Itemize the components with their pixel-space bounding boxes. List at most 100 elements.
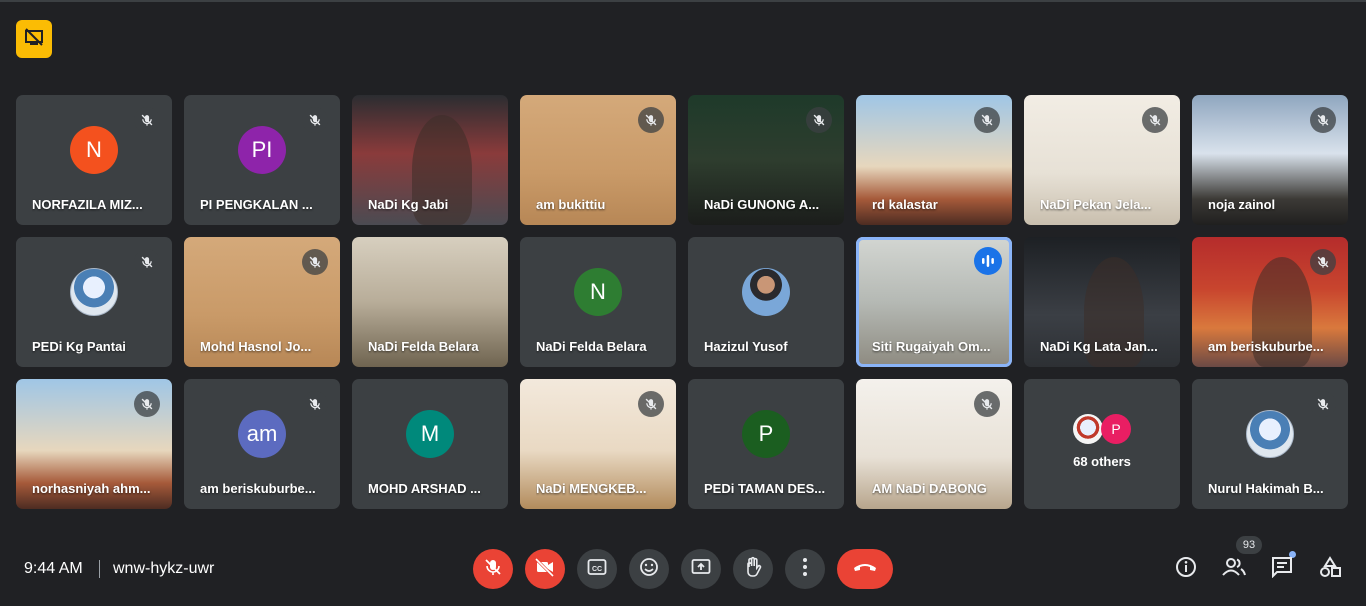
mic-off-icon (1310, 391, 1336, 417)
participant-tile[interactable]: N NORFAZILA MIZ... (16, 95, 172, 225)
participant-name: Nurul Hakimah B... (1208, 481, 1324, 496)
participant-tile[interactable]: Siti Rugaiyah Om... (856, 237, 1012, 367)
participant-tile[interactable]: PI PI PENGKALAN ... (184, 95, 340, 225)
participant-tile[interactable]: PEDi Kg Pantai (16, 237, 172, 367)
participant-tile[interactable]: am bukittiu (520, 95, 676, 225)
participants-count-badge: 93 (1236, 536, 1262, 554)
videocam-off-icon (534, 557, 556, 582)
mic-off-icon (974, 107, 1000, 133)
participant-grid: N NORFAZILA MIZ... PI PI PENGKALAN ... NaDi … (16, 95, 1350, 509)
participant-tile[interactable]: am am beriskuburbe... (184, 379, 340, 509)
activities-button[interactable] (1317, 555, 1343, 583)
mic-off-icon (134, 391, 160, 417)
avatar (1246, 409, 1294, 458)
captions-button[interactable]: CC (577, 549, 617, 589)
mic-off-icon (974, 391, 1000, 417)
meeting-details-button[interactable] (1173, 556, 1199, 582)
participant-tile[interactable]: norhasniyah ahm... (16, 379, 172, 509)
activities-icon (1319, 555, 1341, 583)
avatar (742, 267, 790, 316)
participant-name: NaDi Felda Belara (368, 339, 479, 354)
meeting-code: wnw-hykz-uwr (113, 560, 215, 577)
present-screen-button[interactable] (681, 549, 721, 589)
participant-tile[interactable]: Hazizul Yusof (688, 237, 844, 367)
participant-tile[interactable]: Mohd Hasnol Jo... (184, 237, 340, 367)
mic-off-icon (302, 249, 328, 275)
participant-tile[interactable]: N NaDi Felda Belara (520, 237, 676, 367)
speaking-indicator-icon (974, 247, 1002, 275)
participant-name: am beriskuburbe... (200, 481, 316, 496)
participant-name: rd kalastar (872, 197, 938, 212)
participant-tile[interactable]: Nurul Hakimah B... (1192, 379, 1348, 509)
window-top-border (0, 0, 1366, 2)
participant-tile[interactable]: M MOHD ARSHAD ... (352, 379, 508, 509)
participant-tile[interactable]: NaDi Pekan Jela... (1024, 95, 1180, 225)
avatar: N (70, 125, 118, 174)
mic-off-icon (1310, 249, 1336, 275)
participant-name: Siti Rugaiyah Om... (872, 339, 991, 354)
participant-tile[interactable]: NaDi Kg Lata Jan... (1024, 237, 1180, 367)
participant-name: NaDi Felda Belara (536, 339, 647, 354)
participant-tile[interactable]: NaDi Felda Belara (352, 237, 508, 367)
participant-name: am beriskuburbe... (1208, 339, 1324, 354)
participant-tile[interactable]: NaDi MENGKEB... (520, 379, 676, 509)
participant-name: Hazizul Yusof (704, 339, 788, 354)
presentation-blocked-button[interactable] (16, 20, 52, 58)
mic-off-icon (638, 107, 664, 133)
participant-name: am bukittiu (536, 197, 606, 212)
present-screen-icon (691, 558, 711, 581)
avatar (70, 267, 118, 316)
captions-icon: CC (587, 558, 607, 581)
raise-hand-button[interactable] (733, 549, 773, 589)
chat-icon (1271, 556, 1293, 583)
bottom-toolbar: 9:44 AM wnw-hykz-uwr CC 93 (0, 536, 1366, 598)
emoji-icon (639, 557, 659, 582)
others-count-label: 68 others (1073, 453, 1131, 469)
people-icon (1222, 557, 1246, 582)
participant-name: Mohd Hasnol Jo... (200, 339, 312, 354)
call-end-icon (852, 560, 878, 578)
participant-name: NaDi GUNONG A... (704, 197, 820, 212)
mic-off-icon (806, 107, 832, 133)
svg-text:CC: CC (592, 566, 602, 573)
avatar: M (406, 409, 454, 458)
presentation-blocked-icon (24, 27, 44, 52)
mic-off-icon (134, 249, 160, 275)
mic-toggle-button[interactable] (473, 549, 513, 589)
meeting-time: 9:44 AM (24, 560, 83, 577)
participant-name: NaDi Kg Jabi (368, 197, 449, 212)
participant-tile[interactable]: am beriskuburbe... (1192, 237, 1348, 367)
participant-name: PEDi Kg Pantai (32, 339, 126, 354)
participant-name: NaDi MENGKEB... (536, 481, 647, 496)
others-tile[interactable]: P 68 others (1024, 379, 1180, 509)
raise-hand-icon (743, 556, 763, 583)
participant-name: noja zainol (1208, 197, 1276, 212)
mic-off-icon (638, 391, 664, 417)
participant-name: AM NaDi DABONG (872, 481, 987, 496)
mic-off-icon (302, 107, 328, 133)
participant-name: NaDi Kg Lata Jan... (1040, 339, 1158, 354)
camera-toggle-button[interactable] (525, 549, 565, 589)
divider (99, 560, 100, 578)
info-icon (1175, 556, 1197, 583)
chat-button[interactable] (1269, 556, 1295, 582)
participant-tile[interactable]: P PEDi TAMAN DES... (688, 379, 844, 509)
others-avatar-stack: P (1073, 413, 1131, 444)
participant-tile[interactable]: NaDi Kg Jabi (352, 95, 508, 225)
participant-tile[interactable]: AM NaDi DABONG (856, 379, 1012, 509)
leave-call-button[interactable] (837, 549, 893, 589)
avatar: PI (238, 125, 286, 174)
participant-tile[interactable]: rd kalastar (856, 95, 1012, 225)
participant-tile[interactable]: NaDi GUNONG A... (688, 95, 844, 225)
participant-name: NORFAZILA MIZ... (32, 197, 143, 212)
emoji-reaction-button[interactable] (629, 549, 669, 589)
more-options-button[interactable] (785, 549, 825, 589)
more-vert-icon (802, 557, 808, 582)
people-button[interactable] (1221, 556, 1247, 582)
avatar (1073, 413, 1103, 444)
participant-name: norhasniyah ahm... (32, 481, 151, 496)
avatar: N (574, 267, 622, 316)
participant-name: MOHD ARSHAD ... (368, 481, 481, 496)
participant-tile[interactable]: noja zainol (1192, 95, 1348, 225)
mic-off-icon (1142, 107, 1168, 133)
